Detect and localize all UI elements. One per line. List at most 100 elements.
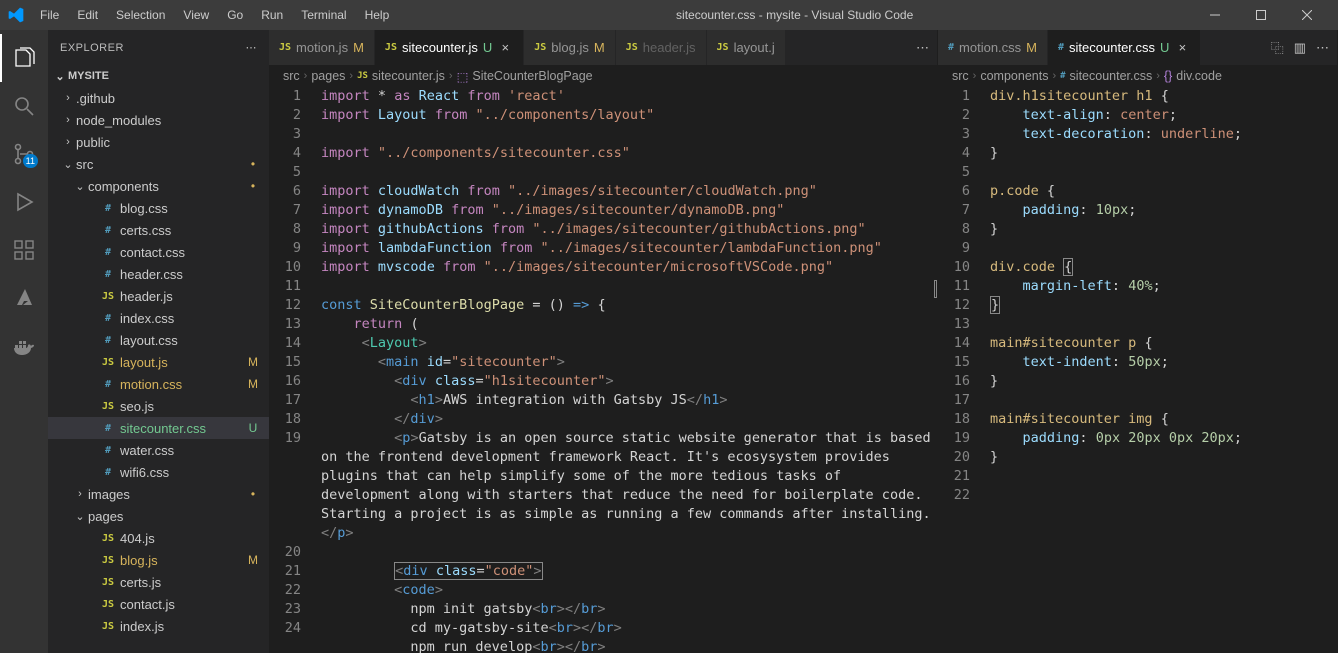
crumb[interactable]: src bbox=[952, 69, 969, 83]
tab-action[interactable]: ▥ bbox=[1294, 40, 1306, 56]
file-layout.css[interactable]: #layout.css bbox=[48, 329, 269, 351]
close-icon[interactable]: × bbox=[497, 40, 513, 55]
file-blog.css[interactable]: #blog.css bbox=[48, 197, 269, 219]
close-button[interactable] bbox=[1284, 0, 1330, 30]
tab-motion.css[interactable]: #motion.cssM bbox=[938, 30, 1048, 65]
file-certs.js[interactable]: JS certs.js bbox=[48, 571, 269, 593]
file-icon: JS bbox=[717, 42, 729, 53]
crumb[interactable]: components bbox=[980, 69, 1048, 83]
breadcrumb-right[interactable]: src›components›# sitecounter.css›{} div.… bbox=[938, 65, 1337, 87]
minimize-button[interactable] bbox=[1192, 0, 1238, 30]
code-area-left[interactable]: 123456789101112131415161718192021222324 … bbox=[269, 87, 937, 653]
file-icon: JS bbox=[279, 42, 291, 53]
menu-view[interactable]: View bbox=[175, 5, 217, 25]
js-icon: JS bbox=[100, 621, 116, 632]
menu-edit[interactable]: Edit bbox=[69, 5, 106, 25]
breadcrumb-left[interactable]: src›pages›JS sitecounter.js›⬚ SiteCounte… bbox=[269, 65, 937, 87]
tab-layout.j[interactable]: JS layout.j bbox=[707, 30, 786, 65]
code-lines[interactable]: import * as React from 'react'import Lay… bbox=[317, 87, 937, 653]
code-lines[interactable]: div.h1sitecounter h1 { text-align: cente… bbox=[986, 87, 1337, 653]
folder-pages[interactable]: ⌄pages bbox=[48, 505, 269, 527]
badge: 11 bbox=[23, 154, 38, 168]
git-status: U bbox=[1160, 40, 1169, 55]
file-seo.js[interactable]: JSseo.js bbox=[48, 395, 269, 417]
git-status: M bbox=[245, 377, 261, 391]
tree-item-label: blog.js bbox=[120, 553, 245, 568]
file-water.css[interactable]: #water.css bbox=[48, 439, 269, 461]
crumb[interactable]: sitecounter.js bbox=[372, 69, 445, 83]
file-index.js[interactable]: JS index.js bbox=[48, 615, 269, 637]
js-icon: JS bbox=[100, 577, 116, 588]
code-area-right[interactable]: 12345678910111213141516171819202122 div.… bbox=[938, 87, 1337, 653]
menu-file[interactable]: File bbox=[32, 5, 67, 25]
window-title: sitecounter.css - mysite - Visual Studio… bbox=[397, 8, 1192, 22]
crumb[interactable]: div.code bbox=[1176, 69, 1222, 83]
tab-header.js[interactable]: JSheader.js bbox=[616, 30, 707, 65]
folder-images[interactable]: ›images• bbox=[48, 483, 269, 505]
file-wifi6.css[interactable]: #wifi6.css bbox=[48, 461, 269, 483]
file-blog.js[interactable]: JSblog.jsM bbox=[48, 549, 269, 571]
tree-item-label: certs.js bbox=[120, 575, 261, 590]
file-tree: ›.github›node_modules›public⌄src•⌄compon… bbox=[48, 87, 269, 653]
crumb[interactable]: SiteCounterBlogPage bbox=[472, 69, 592, 83]
extensions-icon[interactable] bbox=[0, 226, 48, 274]
docker-icon[interactable] bbox=[0, 322, 48, 370]
twist-icon: › bbox=[60, 136, 76, 148]
close-icon[interactable]: × bbox=[1174, 40, 1190, 55]
file-header.css[interactable]: #header.css bbox=[48, 263, 269, 285]
menu-run[interactable]: Run bbox=[253, 5, 291, 25]
twist-icon: › bbox=[60, 92, 76, 104]
menu-selection[interactable]: Selection bbox=[108, 5, 173, 25]
tab-action[interactable]: ⋯ bbox=[1316, 40, 1329, 56]
js-icon: JS bbox=[100, 357, 116, 368]
file-contact.js[interactable]: JScontact.js bbox=[48, 593, 269, 615]
git-modified-dot: • bbox=[245, 157, 261, 171]
menu-help[interactable]: Help bbox=[357, 5, 398, 25]
azure-icon[interactable] bbox=[0, 274, 48, 322]
file-contact.css[interactable]: #contact.css bbox=[48, 241, 269, 263]
debug-icon[interactable] bbox=[0, 178, 48, 226]
tab-motion.js[interactable]: JSmotion.jsM bbox=[269, 30, 375, 65]
crumb[interactable]: pages bbox=[311, 69, 345, 83]
tab-blog.js[interactable]: JSblog.jsM bbox=[524, 30, 615, 65]
css-icon: # bbox=[100, 423, 116, 434]
crumb[interactable]: src bbox=[283, 69, 300, 83]
source-control-icon[interactable]: 11 bbox=[0, 130, 48, 178]
tree-item-label: index.js bbox=[120, 619, 261, 634]
files-icon[interactable] bbox=[0, 34, 48, 82]
tree-item-label: contact.css bbox=[120, 245, 261, 260]
folder-node_modules[interactable]: ›node_modules bbox=[48, 109, 269, 131]
more-icon[interactable]: ⋯ bbox=[246, 41, 258, 54]
tab-label: layout.j bbox=[734, 40, 775, 55]
git-status: M bbox=[245, 355, 261, 369]
file-index.css[interactable]: #index.css bbox=[48, 307, 269, 329]
file-header.js[interactable]: JSheader.js bbox=[48, 285, 269, 307]
tab-action[interactable]: ⋯ bbox=[916, 40, 929, 56]
search-icon[interactable] bbox=[0, 82, 48, 130]
file-certs.css[interactable]: #certs.css bbox=[48, 219, 269, 241]
maximize-button[interactable] bbox=[1238, 0, 1284, 30]
folder-src[interactable]: ⌄src• bbox=[48, 153, 269, 175]
tab-sitecounter.css[interactable]: #sitecounter.cssU× bbox=[1048, 30, 1201, 65]
tree-item-label: contact.js bbox=[120, 597, 261, 612]
crumb[interactable]: sitecounter.css bbox=[1070, 69, 1153, 83]
menu-go[interactable]: Go bbox=[219, 5, 251, 25]
menu-terminal[interactable]: Terminal bbox=[293, 5, 354, 25]
file-layout.js[interactable]: JSlayout.jsM bbox=[48, 351, 269, 373]
titlebar: FileEditSelectionViewGoRunTerminalHelp s… bbox=[0, 0, 1338, 30]
folder-.github[interactable]: ›.github bbox=[48, 87, 269, 109]
css-icon: # bbox=[100, 203, 116, 214]
tab-action[interactable]: ⿻ bbox=[1271, 38, 1284, 57]
git-status: M bbox=[1026, 40, 1037, 55]
sidebar-section[interactable]: ⌄ MYSITE bbox=[48, 65, 269, 87]
folder-public[interactable]: ›public bbox=[48, 131, 269, 153]
tree-item-label: water.css bbox=[120, 443, 261, 458]
tree-item-label: certs.css bbox=[120, 223, 261, 238]
file-motion.css[interactable]: #motion.cssM bbox=[48, 373, 269, 395]
file-404.js[interactable]: JS404.js bbox=[48, 527, 269, 549]
file-sitecounter.css[interactable]: #sitecounter.cssU bbox=[48, 417, 269, 439]
tab-sitecounter.js[interactable]: JSsitecounter.jsU× bbox=[375, 30, 524, 65]
folder-components[interactable]: ⌄components• bbox=[48, 175, 269, 197]
file-icon: JS bbox=[357, 71, 368, 81]
tree-item-label: index.css bbox=[120, 311, 261, 326]
